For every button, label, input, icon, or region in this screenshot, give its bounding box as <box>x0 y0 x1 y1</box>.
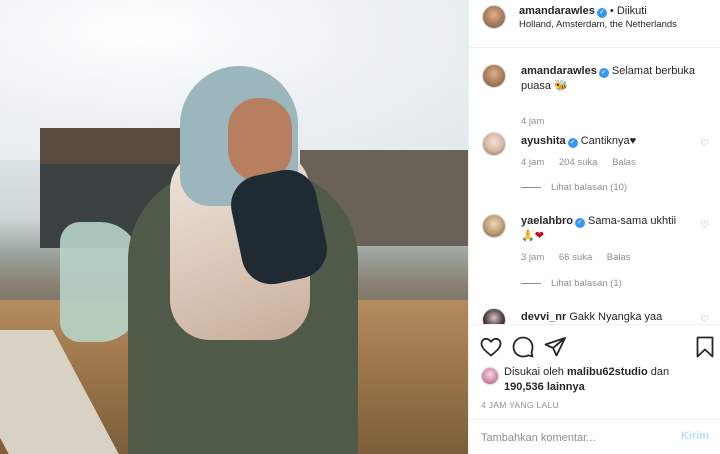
view-replies-label: Lihat balasan (1) <box>551 278 622 289</box>
comment-username[interactable]: yaelahbro <box>521 215 573 227</box>
comment-time[interactable]: 4 jam <box>521 157 544 168</box>
comment-body: Sama-sama ukhtii <box>588 215 677 227</box>
verified-icon: ✓ <box>598 68 609 78</box>
comment-text: ayushita ✓ Cantiknya♥ <box>521 134 701 149</box>
likes-conj: dan <box>650 366 670 378</box>
post-side-panel: amandarawles ✓ • Diikuti Holland, Amsterd… <box>468 0 720 454</box>
verified-icon: ✓ <box>596 8 607 18</box>
comments-list[interactable]: amandarawles ✓ Selamat berbuka puasa 🐝 4 … <box>469 48 720 324</box>
like-heart-icon[interactable] <box>479 335 503 359</box>
likes-prefix: Disukai oleh <box>504 366 564 378</box>
comment-avatar[interactable] <box>482 308 506 324</box>
liked-by-username[interactable]: malibu62studio <box>567 366 648 378</box>
comment-text: yaelahbro ✓ Sama-sama ukhtii 🙏❤ <box>521 214 701 244</box>
caption-meta: 4 jam <box>521 116 556 127</box>
comment-input[interactable] <box>481 429 671 447</box>
comment-likes[interactable]: 66 suka <box>559 252 592 263</box>
post-comment-button[interactable]: Kirim <box>681 430 709 442</box>
comment-time[interactable]: 3 jam <box>521 252 544 263</box>
caption-text: amandarawles ✓ Selamat berbuka puasa 🐝 <box>521 64 701 94</box>
comment-text: devvi_nr Gakk Nyangka yaa <box>521 310 701 324</box>
comment-username[interactable]: ayushita <box>521 135 566 147</box>
photo-roof <box>40 128 180 164</box>
comment-username[interactable]: devvi_nr <box>521 311 566 323</box>
author-avatar[interactable] <box>482 5 506 29</box>
comment-meta: 3 jam 66 suka Balas <box>521 252 643 263</box>
share-send-icon[interactable] <box>543 335 567 359</box>
likes-text: Disukai oleh malibu62studio dan 190,536 … <box>504 365 704 395</box>
add-comment-bar: Kirim <box>469 419 720 454</box>
reply-button[interactable]: Balas <box>607 252 631 263</box>
bookmark-icon[interactable] <box>693 335 717 359</box>
comment-bubble-icon[interactable] <box>511 335 535 359</box>
author-username[interactable]: amandarawles <box>519 5 595 17</box>
comment-avatar[interactable] <box>482 214 506 238</box>
verified-icon: ✓ <box>567 138 578 148</box>
post-timestamp[interactable]: 4 JAM YANG LALU <box>481 400 559 410</box>
replies-line <box>521 282 541 284</box>
view-replies[interactable]: Lihat balasan (10) <box>521 182 627 193</box>
verified-icon: ✓ <box>574 218 585 228</box>
comment-body: Gakk Nyangka yaa <box>569 311 663 323</box>
like-comment-heart-icon[interactable]: ♡ <box>700 220 709 231</box>
post-actions: Disukai oleh malibu62studio dan 190,536 … <box>469 324 720 432</box>
likes-count[interactable]: 190,536 <box>504 381 544 393</box>
view-replies[interactable]: Lihat balasan (1) <box>521 278 622 289</box>
comment-avatar[interactable] <box>482 132 506 156</box>
reply-button[interactable]: Balas <box>612 157 636 168</box>
liker-avatar[interactable] <box>481 367 499 385</box>
caption-time[interactable]: 4 jam <box>521 116 544 127</box>
comment-body: Cantiknya♥ <box>580 135 637 147</box>
post-photo[interactable] <box>0 0 468 454</box>
bee-emoji: 🐝 <box>554 80 568 92</box>
view-replies-label: Lihat balasan (10) <box>551 182 628 193</box>
comment-likes[interactable]: 204 suka <box>559 157 598 168</box>
follow-dot: • <box>609 5 617 17</box>
pray-heart-emoji: 🙏❤ <box>521 230 544 242</box>
comment-item: yaelahbro ✓ Sama-sama ukhtii 🙏❤ ♡ 3 jam 6… <box>469 212 720 294</box>
post-header: amandarawles ✓ • Diikuti Holland, Amsterd… <box>469 0 720 48</box>
likes-suffix[interactable]: lainnya <box>547 381 585 393</box>
comment-item: ayushita ✓ Cantiknya♥ ♡ 4 jam 204 suka Ba… <box>469 130 720 200</box>
caption-username[interactable]: amandarawles <box>521 65 597 77</box>
like-comment-heart-icon[interactable]: ♡ <box>700 138 709 149</box>
follow-status[interactable]: Diikuti <box>617 5 647 17</box>
author-line: amandarawles ✓ • Diikuti <box>519 5 647 18</box>
replies-line <box>521 186 541 188</box>
caption-comment: amandarawles ✓ Selamat berbuka puasa 🐝 4 … <box>469 62 720 127</box>
like-comment-heart-icon[interactable]: ♡ <box>700 314 709 324</box>
caption-avatar[interactable] <box>482 64 506 88</box>
comment-meta: 4 jam 204 suka Balas <box>521 157 648 168</box>
comment-item: devvi_nr Gakk Nyangka yaa ♡ <box>469 306 720 324</box>
post-location[interactable]: Holland, Amsterdam, the Netherlands <box>519 19 677 30</box>
